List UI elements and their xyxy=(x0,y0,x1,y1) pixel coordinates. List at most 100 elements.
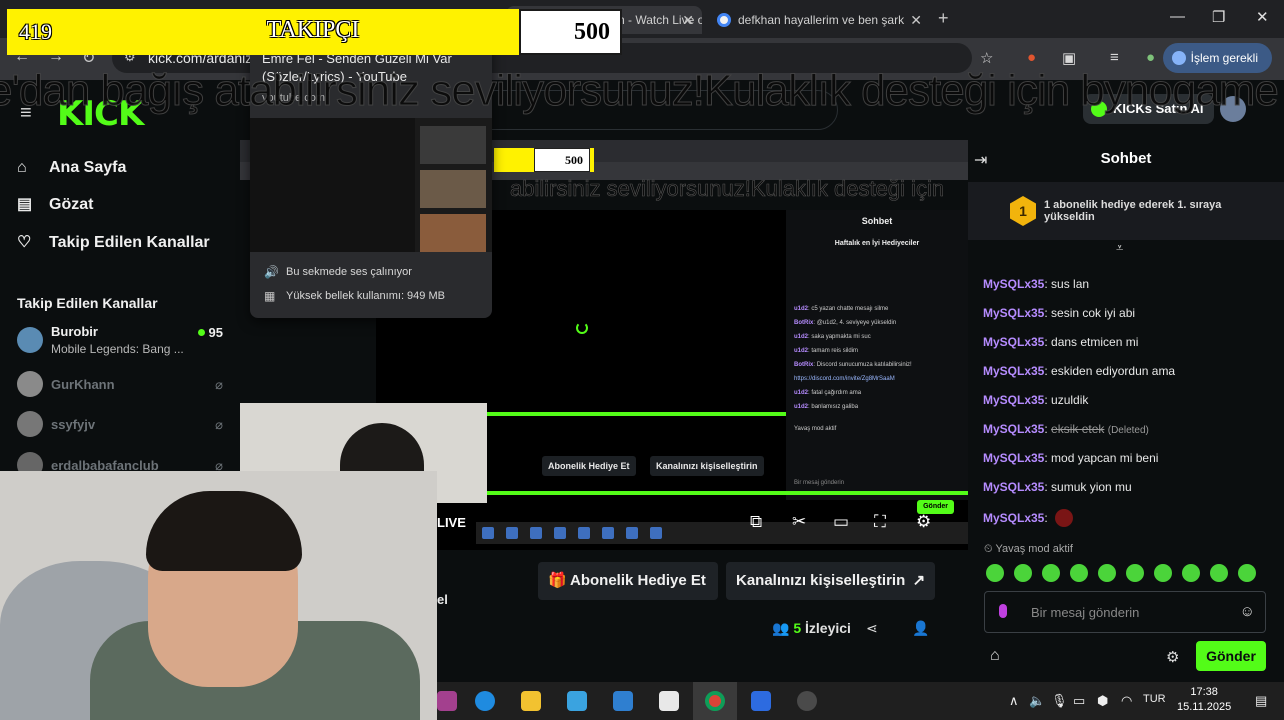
chat-title: Sohbet xyxy=(1100,150,1152,167)
channel-burobir[interactable]: Burobir Mobile Legends: Bang ... 95 xyxy=(17,324,229,358)
wifi-icon[interactable]: ◠ xyxy=(1121,693,1132,709)
app-icon[interactable] xyxy=(567,691,587,711)
windows-taskbar: ∧ 🔈 🎙 ▭ ⬢ ◠ TUR 17:38 15.11.2025 ▤ xyxy=(437,682,1284,720)
emote-icon xyxy=(1055,509,1074,527)
nav-following[interactable]: ♡ Takip Edilen Kanallar xyxy=(17,230,210,256)
nav-label: Takip Edilen Kanallar xyxy=(49,234,210,251)
preview-audio-row: 🔊 Bu sekmede ses çalınıyor xyxy=(264,265,412,279)
gift-banner-text: 1 abonelik hediye ederek 1. sıraya yükse… xyxy=(1044,199,1222,223)
microphone-tray-icon[interactable]: 🎙 xyxy=(1051,693,1068,709)
expand-pinned-icon[interactable]: ⩡ xyxy=(1116,240,1123,256)
nav-label: Ana Sayfa xyxy=(49,159,127,176)
speaker-icon: 🔊 xyxy=(264,265,279,279)
nav-browse[interactable]: ▤ Gözat xyxy=(17,192,93,218)
preview-video-thumb xyxy=(420,170,486,208)
screen: Ardanizz Stream - Watch Live o ✕ defkhan… xyxy=(0,0,1284,720)
viewer-count-label: İzleyici xyxy=(805,620,851,636)
preview-video-thumb xyxy=(420,126,486,164)
heart-icon: ♡ xyxy=(17,234,32,251)
channel-ssyfyjv[interactable]: ssyfyjv ⌀ xyxy=(17,408,229,442)
gift-subscription-button[interactable]: 🎁 Abonelik Hediye Et xyxy=(538,562,718,600)
channel-gurkhann[interactable]: GurKhann ⌀ xyxy=(17,368,229,402)
chrome-icon[interactable] xyxy=(705,691,725,711)
follow-user-icon[interactable]: 👤 xyxy=(912,620,929,637)
viewers-icon: 👥 xyxy=(772,620,790,636)
slow-mode-indicator: ⏲ Yavaş mod aktif xyxy=(984,543,1073,555)
emote-icon[interactable] xyxy=(1014,564,1032,582)
close-tab-icon[interactable]: ✕ xyxy=(682,6,694,34)
emote-icon[interactable] xyxy=(1126,564,1144,582)
app-icon[interactable] xyxy=(659,691,679,711)
close-tab-icon[interactable]: ✕ xyxy=(910,6,922,34)
chat-message: MySQLx35: mod yapcan mi beni xyxy=(983,451,1159,465)
bookmark-star-icon[interactable]: ☆ xyxy=(980,49,993,67)
chat-message: MySQLx35: xyxy=(983,509,1074,527)
file-explorer-icon[interactable] xyxy=(521,691,541,711)
chat-input[interactable]: Bir mesaj gönderin ☺ xyxy=(984,591,1266,633)
emote-icon[interactable] xyxy=(1154,564,1172,582)
settings-gear-icon[interactable]: ⚙ xyxy=(916,512,931,532)
channel-name: GurKhann xyxy=(51,377,115,392)
emote-icon[interactable] xyxy=(1182,564,1200,582)
app-icon[interactable] xyxy=(751,691,771,711)
app-icon[interactable] xyxy=(613,691,633,711)
tray-app-icon[interactable]: ⬢ xyxy=(1097,693,1108,709)
mini-chat-line: u1d2: tamam reis sildim xyxy=(794,348,859,354)
chat-settings-icon[interactable]: ⚙ xyxy=(1166,648,1179,666)
tray-overflow-icon[interactable]: ∧ xyxy=(1009,693,1019,709)
theater-mode-icon[interactable]: ▭ xyxy=(833,512,849,532)
edge-icon[interactable] xyxy=(475,691,495,711)
emote-icon[interactable] xyxy=(1042,564,1060,582)
media-control-icon[interactable]: ≡ xyxy=(1110,49,1119,66)
picture-in-picture-icon[interactable]: ⧉ xyxy=(750,512,762,532)
send-button[interactable]: Gönder xyxy=(1196,641,1266,671)
channel-game: Mobile Legends: Bang ... xyxy=(51,342,184,356)
avatar xyxy=(17,411,43,437)
mini-marquee: abilirsiniz seviliyorsunuz!Kulaklık dest… xyxy=(510,176,945,202)
share-icon[interactable]: ⋖ xyxy=(866,620,878,637)
store-icon[interactable]: ⌂ xyxy=(990,647,1000,665)
clock[interactable]: 17:38 15.11.2025 xyxy=(1177,685,1231,715)
extensions-icon[interactable]: ▣ xyxy=(1062,49,1076,67)
app-icon[interactable] xyxy=(437,691,457,711)
battery-icon[interactable]: ▭ xyxy=(1073,693,1085,709)
mini-top-gifters: Haftalık en İyi Hediyeciler xyxy=(834,240,920,247)
mini-chat: Sohbet Haftalık en İyi Hediyeciler u1d2:… xyxy=(786,210,968,514)
customize-channel-button[interactable]: Kanalınızı kişiselleştirin ↗ xyxy=(726,562,936,600)
restore-icon[interactable]: ❐ xyxy=(1212,8,1225,26)
close-window-icon[interactable]: ✕ xyxy=(1256,8,1269,26)
emote-icon[interactable] xyxy=(1098,564,1116,582)
minimize-icon[interactable]: — xyxy=(1170,8,1185,25)
clock-date: 15.11.2025 xyxy=(1177,701,1232,713)
mini-chat-line: u1d2: banlamısız galiba xyxy=(794,404,859,410)
tab-defkhan[interactable]: defkhan hayallerim ve ben şark ✕ xyxy=(708,6,930,34)
emote-icon[interactable] xyxy=(1070,564,1088,582)
offline-icon: ⌀ xyxy=(215,417,223,432)
memory-icon: ▦ xyxy=(264,289,276,303)
nav-label: Gözat xyxy=(49,196,94,213)
new-tab-icon[interactable]: + xyxy=(938,8,949,29)
emote-icon[interactable] xyxy=(1238,564,1256,582)
viewer-count-value: 95 xyxy=(208,325,223,340)
mini-customize-button: Kanalınızı kişiselleştirin xyxy=(650,456,764,476)
obs-icon[interactable] xyxy=(797,691,817,711)
mini-gift-sub-button: Abonelik Hediye Et xyxy=(542,456,636,476)
volume-icon[interactable]: 🔈 xyxy=(1029,693,1045,709)
chat-message: MySQLx35: uzuldik xyxy=(983,393,1089,407)
gift-subscription-label: Abonelik Hediye Et xyxy=(570,572,706,589)
emoji-picker-icon[interactable]: ☺ xyxy=(1240,603,1255,620)
preview-memory-row: ▦ Yüksek bellek kullanımı: 949 MB xyxy=(264,289,445,303)
profile-icon[interactable]: ● xyxy=(1146,49,1155,66)
extension-fox-icon[interactable]: ● xyxy=(1027,49,1036,66)
fullscreen-icon[interactable]: ⛶ xyxy=(874,512,886,532)
clip-icon[interactable]: ✂ xyxy=(792,512,806,532)
mini-chat-line: BotRix: @u1d2, 4. seviyeye yükseldin xyxy=(794,320,897,326)
gift-leaderboard-banner[interactable]: 1 1 abonelik hediye ederek 1. sıraya yük… xyxy=(968,182,1284,240)
emote-icon[interactable] xyxy=(1210,564,1228,582)
emote-icon[interactable] xyxy=(986,564,1004,582)
notifications-icon[interactable]: ▤ xyxy=(1255,693,1267,709)
emote-quick-bar[interactable] xyxy=(986,564,1266,586)
language-indicator[interactable]: TUR xyxy=(1143,693,1166,705)
nav-home[interactable]: ⌂ Ana Sayfa xyxy=(17,155,126,181)
microphone-icon[interactable] xyxy=(999,604,1007,618)
